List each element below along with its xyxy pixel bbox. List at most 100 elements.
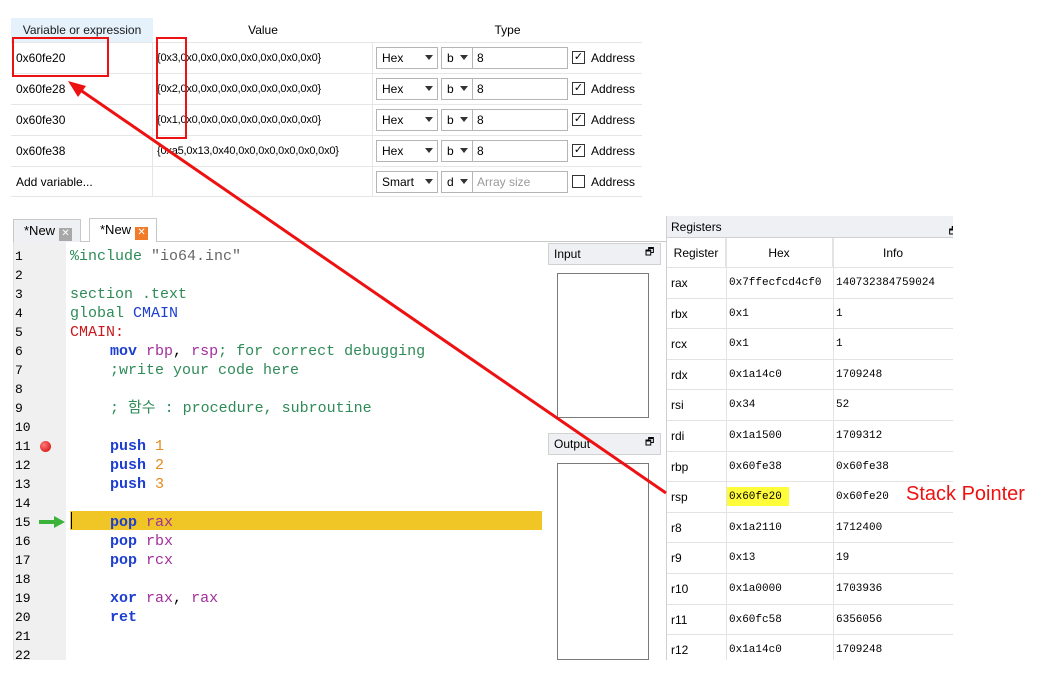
register-header-hex[interactable]: Hex <box>726 238 833 268</box>
register-header-name[interactable]: Register <box>667 238 726 268</box>
close-icon[interactable]: ✕ <box>135 227 149 240</box>
size-input[interactable]: 8 <box>472 109 568 131</box>
line-number[interactable]: 1 <box>14 247 66 266</box>
register-name: rbx <box>671 306 688 321</box>
register-row[interactable]: r10 0x1a0000 1703936 <box>667 574 953 605</box>
tab-new-2[interactable]: *New ✕ <box>89 218 158 242</box>
address-checkbox[interactable]: ✓ <box>572 51 585 64</box>
width-select[interactable]: b <box>441 78 473 100</box>
watch-expression[interactable]: 0x60fe38 <box>11 136 153 166</box>
line-number[interactable]: 7 <box>14 361 66 380</box>
watch-expression[interactable]: 0x60fe30 <box>11 105 153 135</box>
watch-row[interactable]: 0x60fe38 {0xa5,0x13,0x40,0x0,0x0,0x0,0x0… <box>11 135 642 166</box>
breakpoint-icon[interactable] <box>40 441 51 452</box>
code-token: rsp <box>191 343 219 360</box>
watch-header-value[interactable]: Value <box>153 18 373 42</box>
line-number[interactable]: 12 <box>14 456 66 475</box>
register-row[interactable]: rbx 0x1 1 <box>667 299 953 330</box>
restore-window-icon[interactable]: 🗗 <box>645 438 655 448</box>
watch-row[interactable]: 0x60fe28 {0x2,0x0,0x0,0x0,0x0,0x0,0x0,0x… <box>11 73 642 104</box>
register-name: rbp <box>671 459 689 474</box>
watch-header-type[interactable]: Type <box>373 18 642 42</box>
current-instruction-arrow-icon <box>39 516 65 528</box>
line-number[interactable]: 2 <box>14 266 66 285</box>
watch-value: {0xa5,0x13,0x40,0x0,0x0,0x0,0x0,0x0} <box>153 136 373 166</box>
line-number-text: 11 <box>15 439 31 454</box>
line-number[interactable]: 8 <box>14 380 66 399</box>
register-hex: 0x60fc58 <box>729 613 782 626</box>
watch-expression[interactable]: 0x60fe20 <box>11 43 153 73</box>
input-textarea[interactable] <box>557 273 649 418</box>
size-input[interactable]: 8 <box>472 47 568 69</box>
watch-header-variable[interactable]: Variable or expression <box>11 18 153 42</box>
line-number[interactable]: 4 <box>14 304 66 323</box>
register-row[interactable]: rsi 0x34 52 <box>667 390 953 421</box>
close-icon[interactable]: ✕ <box>59 228 73 241</box>
register-header-info[interactable]: Info <box>833 238 953 268</box>
line-number[interactable]: 17 <box>14 551 66 570</box>
address-checkbox[interactable]: ✓ <box>572 82 585 95</box>
format-select[interactable]: Hex <box>376 47 438 69</box>
code-token: push <box>110 457 147 474</box>
register-hex: 0x1 <box>729 307 749 320</box>
line-number[interactable]: 6 <box>14 342 66 361</box>
code-token: mov <box>110 343 138 360</box>
tab-new-1[interactable]: *New ✕ <box>13 219 82 242</box>
line-number[interactable]: 16 <box>14 532 66 551</box>
width-select[interactable]: b <box>441 109 473 131</box>
register-info: 1 <box>836 307 843 320</box>
line-number[interactable]: 15 <box>14 513 66 532</box>
register-row[interactable]: rcx 0x1 1 <box>667 329 953 360</box>
width-select-value: d <box>447 175 454 189</box>
register-row[interactable]: rbp 0x60fe38 0x60fe38 <box>667 452 953 483</box>
watch-expression[interactable]: 0x60fe28 <box>11 74 153 104</box>
line-number[interactable]: 20 <box>14 608 66 627</box>
line-number[interactable]: 21 <box>14 627 66 646</box>
register-row[interactable]: r11 0x60fc58 6356056 <box>667 605 953 636</box>
line-number[interactable]: 9 <box>14 399 66 418</box>
register-row[interactable]: rdi 0x1a1500 1709312 <box>667 421 953 452</box>
output-textarea[interactable] <box>557 463 649 660</box>
address-checkbox[interactable]: ✓ <box>572 113 585 126</box>
register-row[interactable]: r12 0x1a14c0 1709248 <box>667 635 953 660</box>
size-input[interactable]: 8 <box>472 78 568 100</box>
address-checkbox[interactable]: ✓ <box>572 144 585 157</box>
width-select[interactable]: b <box>441 47 473 69</box>
line-number[interactable]: 14 <box>14 494 66 513</box>
code-line: pop rcx <box>110 551 173 570</box>
line-number[interactable]: 11 <box>14 437 66 456</box>
line-number-text: 13 <box>15 477 31 492</box>
register-row[interactable]: r8 0x1a2110 1712400 <box>667 513 953 544</box>
register-row[interactable]: rax 0x7ffecfcd4cf0 140732384759024 <box>667 268 953 299</box>
add-variable-input[interactable]: Add variable... <box>11 167 153 196</box>
line-number[interactable]: 3 <box>14 285 66 304</box>
array-size-input[interactable]: Array size <box>472 171 568 193</box>
size-input[interactable]: 8 <box>472 140 568 162</box>
restore-window-icon[interactable]: 🗗 <box>645 248 655 258</box>
width-select[interactable]: d <box>441 171 473 193</box>
format-select[interactable]: Hex <box>376 78 438 100</box>
add-variable-row[interactable]: Add variable... Smart d Array size Addre… <box>11 166 642 197</box>
line-number[interactable]: 5 <box>14 323 66 342</box>
line-number[interactable]: 18 <box>14 570 66 589</box>
line-number[interactable]: 22 <box>14 646 66 660</box>
address-label: Address <box>591 82 636 96</box>
watch-row[interactable]: 0x60fe20 {0x3,0x0,0x0,0x0,0x0,0x0,0x0,0x… <box>11 42 642 73</box>
watch-row[interactable]: 0x60fe30 {0x1,0x0,0x0,0x0,0x0,0x0,0x0,0x… <box>11 104 642 135</box>
line-number-text: 14 <box>15 496 31 511</box>
format-select-value: Hex <box>382 51 404 65</box>
width-select[interactable]: b <box>441 140 473 162</box>
address-checkbox[interactable] <box>572 175 585 188</box>
format-select[interactable]: Hex <box>376 109 438 131</box>
line-number[interactable]: 19 <box>14 589 66 608</box>
line-number[interactable]: 10 <box>14 418 66 437</box>
register-row[interactable]: r9 0x13 19 <box>667 543 953 574</box>
format-select[interactable]: Hex <box>376 140 438 162</box>
watch-value-empty <box>153 167 373 196</box>
code-editor[interactable]: 1 2 3 4 5 6 7 8 9 10 11 12 13 14 15 16 1… <box>13 242 543 660</box>
format-select[interactable]: Smart <box>376 171 438 193</box>
register-row[interactable]: rdx 0x1a14c0 1709248 <box>667 360 953 391</box>
code-token: , <box>173 590 183 607</box>
line-number[interactable]: 13 <box>14 475 66 494</box>
registers-panel-title: Registers🗗 <box>667 216 953 238</box>
